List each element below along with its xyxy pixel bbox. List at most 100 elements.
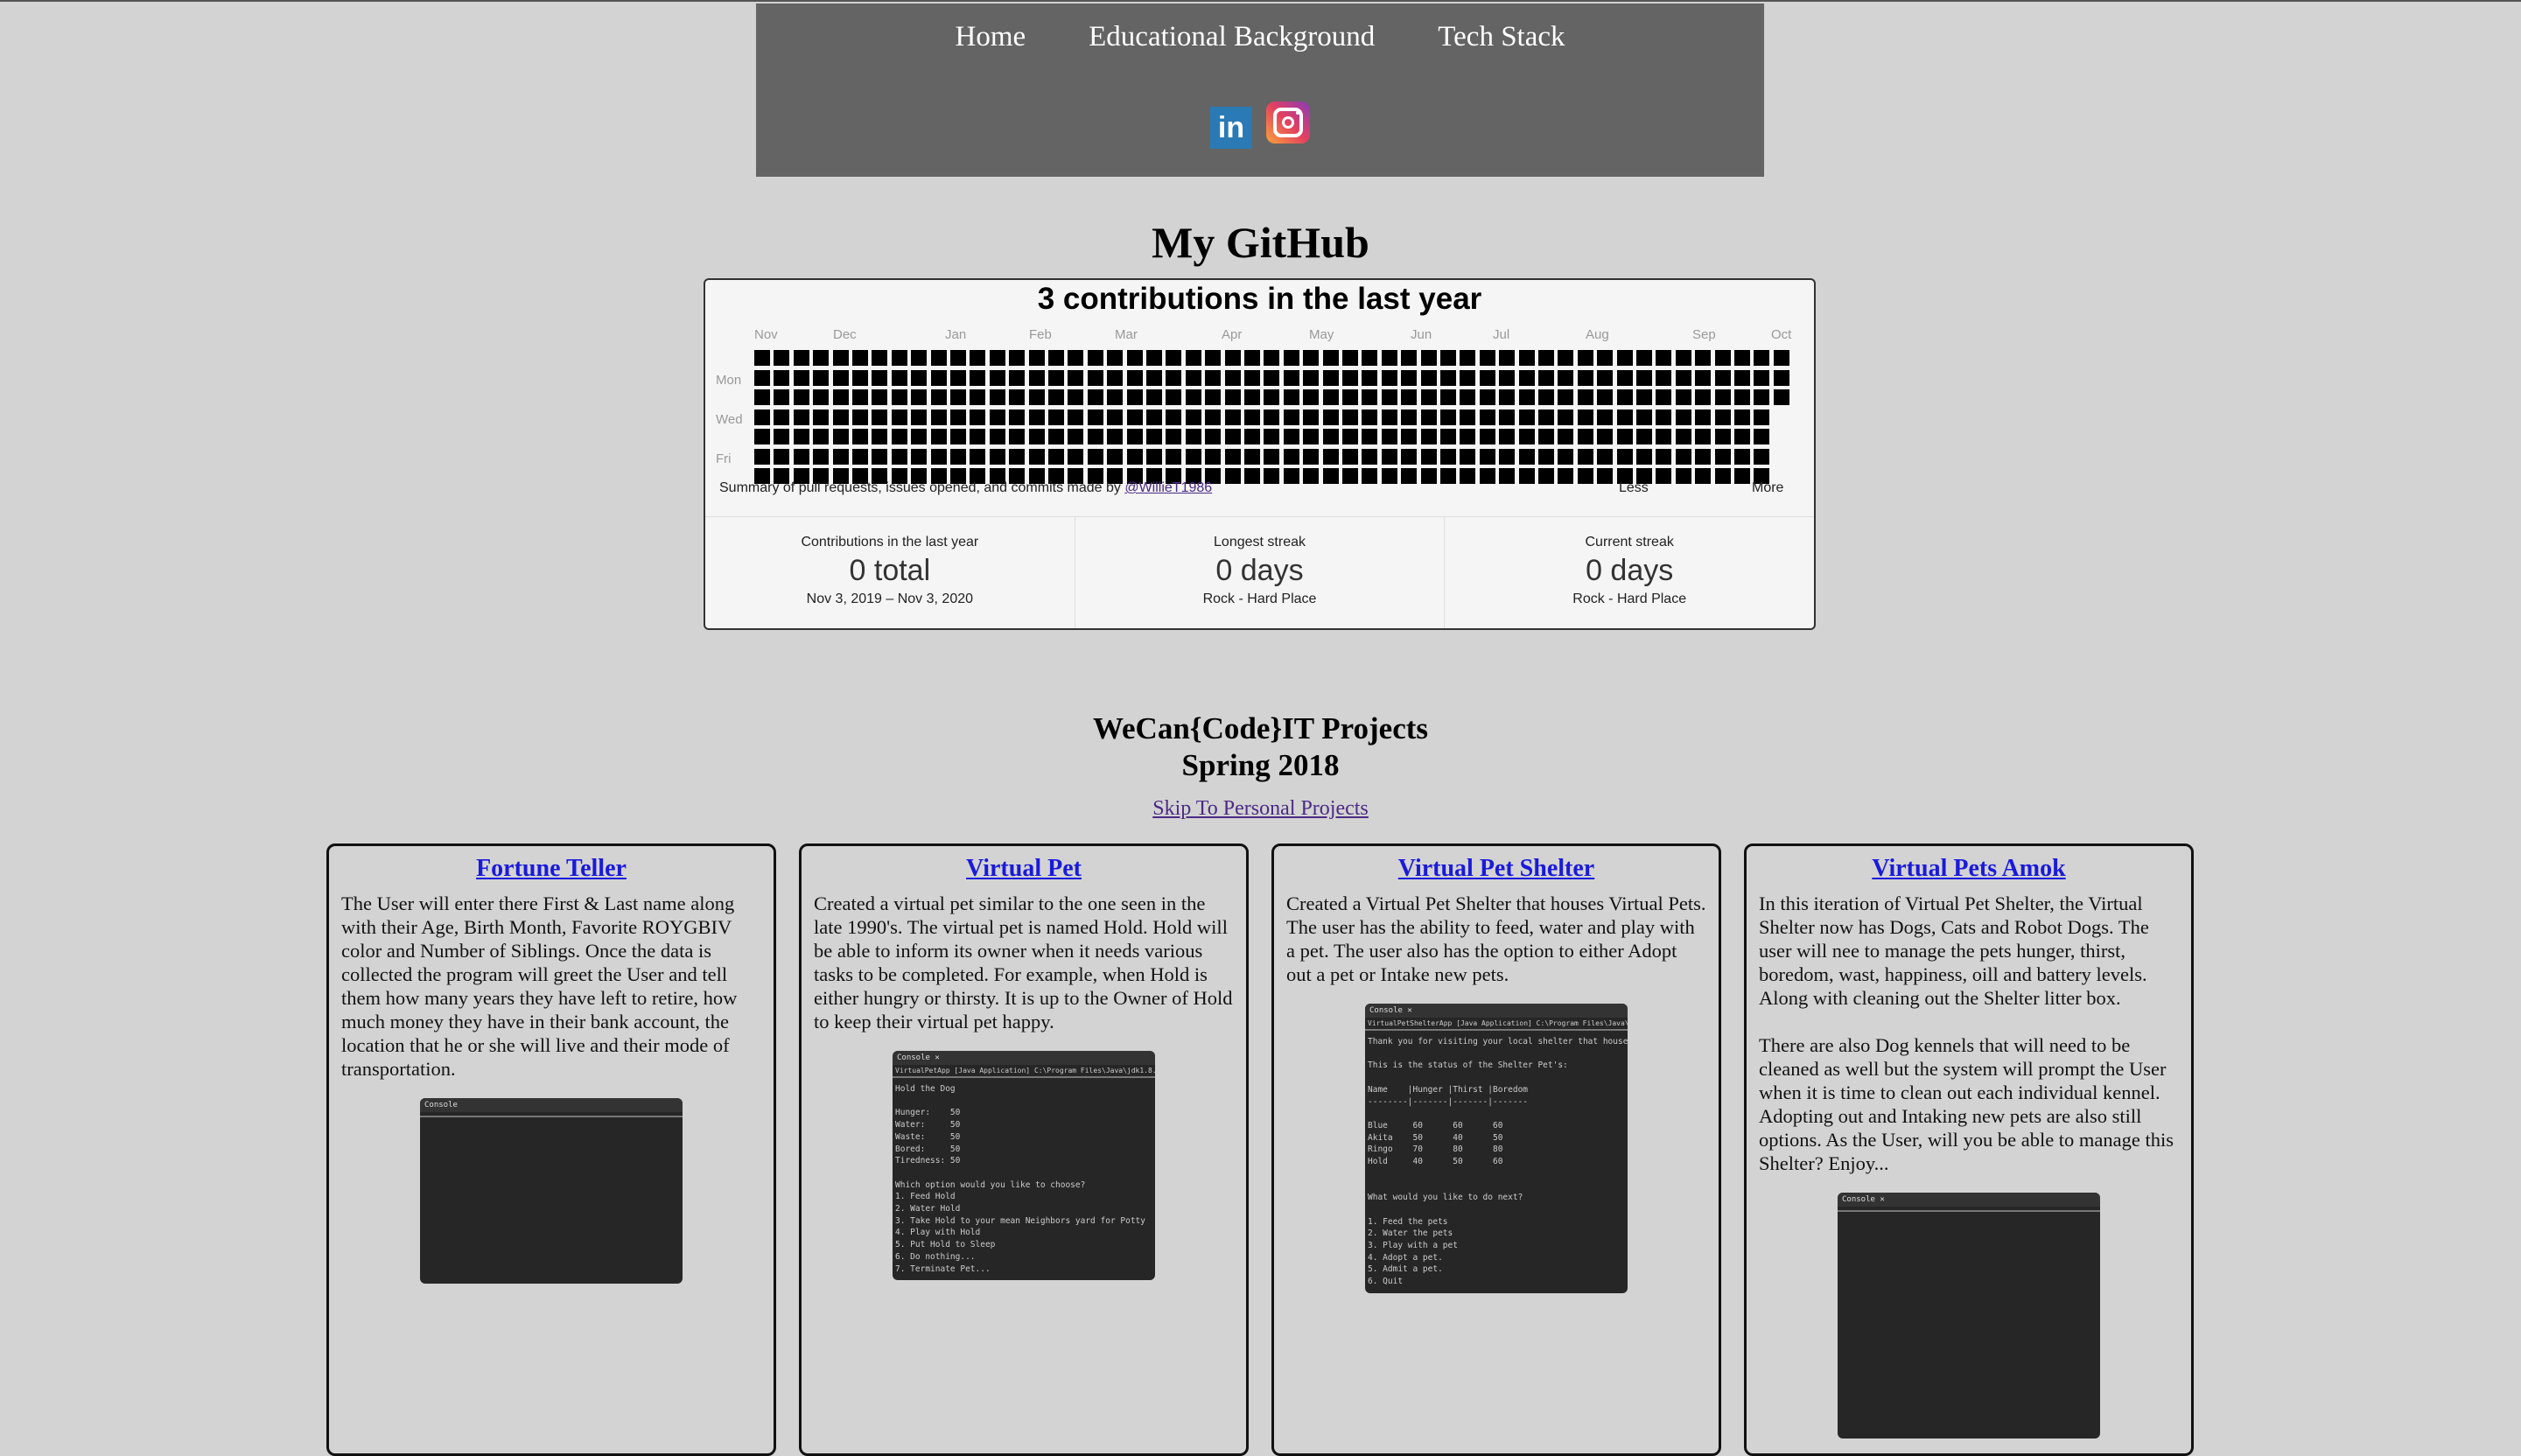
contribution-cell[interactable] [754, 409, 770, 425]
contribution-cell[interactable] [1440, 389, 1456, 405]
contribution-cell[interactable] [1577, 389, 1593, 405]
contribution-cell[interactable] [930, 409, 947, 425]
contribution-cell[interactable] [1362, 369, 1378, 386]
contribution-cell[interactable] [1518, 389, 1535, 405]
contribution-cell[interactable] [1009, 389, 1026, 405]
contribution-cell[interactable] [1205, 429, 1222, 444]
contribution-cell[interactable] [1577, 429, 1593, 444]
nav-home[interactable]: Home [955, 21, 1026, 53]
contribution-cell[interactable] [1695, 350, 1712, 366]
contribution-cell[interactable] [754, 389, 770, 405]
contribution-cell[interactable] [832, 448, 849, 465]
contribution-cell[interactable] [891, 350, 907, 366]
contribution-cell[interactable] [1244, 369, 1260, 386]
instagram-icon[interactable] [1266, 102, 1310, 144]
contribution-cell[interactable] [950, 429, 966, 444]
contribution-cell[interactable] [1479, 350, 1495, 366]
contribution-cell[interactable] [1028, 350, 1045, 366]
contribution-cell[interactable] [1264, 429, 1280, 444]
contribution-cell[interactable] [1283, 369, 1299, 386]
contribution-cell[interactable] [1362, 389, 1378, 405]
contribution-cell[interactable] [1597, 350, 1614, 366]
contribution-cell[interactable] [1205, 389, 1222, 405]
skip-to-personal-projects-link[interactable]: Skip To Personal Projects [1152, 797, 1369, 820]
contribution-cell[interactable] [852, 448, 868, 465]
contribution-cell[interactable] [774, 389, 790, 405]
contribution-cell[interactable] [1362, 350, 1378, 366]
contribution-cell[interactable] [1068, 389, 1084, 405]
contribution-cell[interactable] [1714, 429, 1731, 444]
contribution-cell[interactable] [1499, 389, 1516, 405]
contribution-cell[interactable] [793, 429, 809, 444]
contribution-cell[interactable] [1460, 429, 1476, 444]
contribution-cell[interactable] [1499, 369, 1516, 386]
contribution-cell[interactable] [1244, 448, 1260, 465]
contribution-cell[interactable] [1087, 429, 1103, 444]
contribution-cell[interactable] [1754, 350, 1770, 366]
contribution-cell[interactable] [1499, 468, 1516, 484]
contribution-cell[interactable] [1068, 350, 1084, 366]
contribution-cell[interactable] [1303, 369, 1320, 386]
contribution-cell[interactable] [793, 448, 809, 465]
contribution-cell[interactable] [1009, 409, 1026, 425]
contribution-cell[interactable] [1264, 389, 1280, 405]
contribution-cell[interactable] [1636, 350, 1652, 366]
contribution-cell[interactable] [1401, 389, 1418, 405]
contribution-cell[interactable] [774, 369, 790, 386]
contribution-cell[interactable] [1381, 409, 1397, 425]
contribution-cell[interactable] [1264, 369, 1280, 386]
contribution-cell[interactable] [1126, 369, 1143, 386]
contribution-cell[interactable] [1224, 448, 1241, 465]
contribution-cell[interactable] [1616, 429, 1633, 444]
contribution-cell[interactable] [950, 409, 966, 425]
contribution-cell[interactable] [1616, 369, 1633, 386]
contribution-cell[interactable] [1068, 448, 1084, 465]
contribution-cell[interactable] [1224, 369, 1241, 386]
contribution-cell[interactable] [911, 429, 928, 444]
contribution-cell[interactable] [1460, 409, 1476, 425]
contribution-cell[interactable] [1636, 369, 1652, 386]
contribution-cell[interactable] [832, 350, 849, 366]
contribution-cell[interactable] [1558, 409, 1574, 425]
contribution-cell[interactable] [1577, 409, 1593, 425]
contribution-cell[interactable] [1440, 448, 1456, 465]
linkedin-icon[interactable]: in [1210, 107, 1252, 149]
contribution-cell[interactable] [970, 369, 986, 386]
contribution-cell[interactable] [1597, 468, 1614, 484]
contribution-cell[interactable] [1460, 389, 1476, 405]
contribution-cell[interactable] [872, 369, 888, 386]
contribution-cell[interactable] [1185, 369, 1201, 386]
contribution-cell[interactable] [1009, 350, 1026, 366]
contribution-cell[interactable] [1068, 369, 1084, 386]
contribution-cell[interactable] [832, 389, 849, 405]
contribution-cell[interactable] [1754, 389, 1770, 405]
contribution-cell[interactable] [1714, 389, 1731, 405]
contribution-cell[interactable] [1558, 350, 1574, 366]
contribution-cell[interactable] [1244, 409, 1260, 425]
contribution-cell[interactable] [1381, 429, 1397, 444]
contribution-cell[interactable] [1597, 409, 1614, 425]
contribution-cell[interactable] [1675, 409, 1691, 425]
contribution-cell[interactable] [891, 369, 907, 386]
contribution-cell[interactable] [1754, 429, 1770, 444]
contribution-cell[interactable] [1009, 429, 1026, 444]
contribution-cell[interactable] [1695, 409, 1712, 425]
contribution-cell[interactable] [1499, 409, 1516, 425]
contribution-cell[interactable] [1381, 468, 1397, 484]
contribution-cell[interactable] [1401, 350, 1418, 366]
contribution-cell[interactable] [1087, 350, 1103, 366]
contribution-cell[interactable] [1107, 350, 1124, 366]
contribution-cell[interactable] [1224, 389, 1241, 405]
contribution-cell[interactable] [911, 448, 928, 465]
contribution-cell[interactable] [872, 409, 888, 425]
contribution-cell[interactable] [1714, 409, 1731, 425]
contribution-cell[interactable] [1381, 448, 1397, 465]
contribution-cell[interactable] [1342, 409, 1358, 425]
contribution-cell[interactable] [1146, 429, 1162, 444]
contribution-cell[interactable] [793, 409, 809, 425]
contribution-cell[interactable] [1342, 350, 1358, 366]
contribution-cell[interactable] [989, 409, 1005, 425]
contribution-cell[interactable] [1126, 409, 1143, 425]
contribution-cell[interactable] [1440, 409, 1456, 425]
contribution-cell[interactable] [832, 369, 849, 386]
